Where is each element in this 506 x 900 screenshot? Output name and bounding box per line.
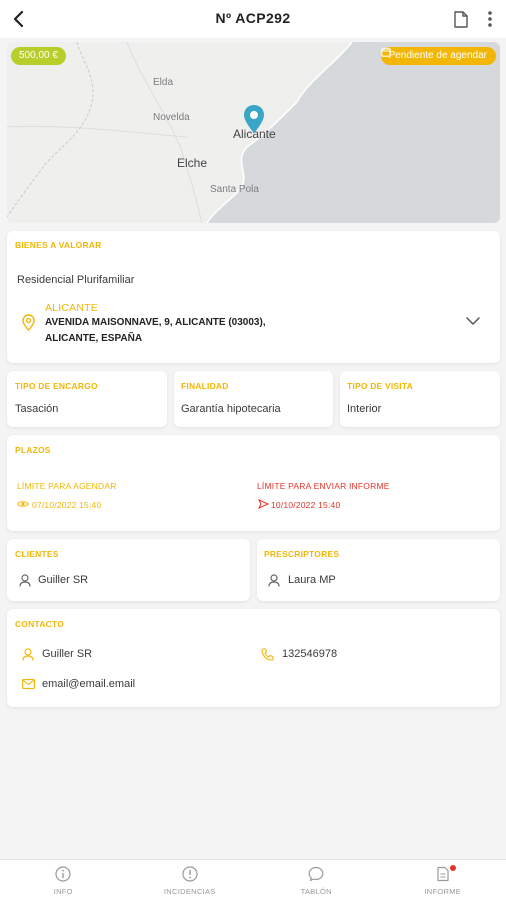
bottom-nav: INFO INCIDENCIAS TABLÓN INFORME [0,859,506,900]
encargo-value: Tasación [15,403,59,415]
nav-item-tablon[interactable]: TABLÓN [253,860,380,900]
top-bar: Nº ACP292 [0,0,506,38]
bienes-card: BIENES A VALORAR Residencial Plurifamili… [7,231,500,363]
map-label-elche: Elche [177,156,208,170]
map-label-santa-pola: Santa Pola [210,184,259,195]
clientes-title: CLIENTES [15,549,59,559]
nav-label-informe: INFORME [424,887,462,896]
clientes-value: Guiller SR [38,574,89,586]
info-icon [54,865,72,883]
map-label-novelda: Novelda [153,112,190,123]
encargo-card: TIPO DE ENCARGO Tasación [7,371,167,427]
eye-icon [17,499,29,509]
document-icon[interactable] [450,8,472,30]
price-badge: 500,00 € [11,47,66,65]
nav-item-informe[interactable]: INFORME [380,860,506,900]
calendar-icon [380,47,391,57]
map-pin-icon[interactable] [243,104,265,134]
finalidad-card: FINALIDAD Garantía hipotecaria [174,371,333,427]
encargo-title: TIPO DE ENCARGO [15,381,98,391]
phone-icon[interactable] [260,647,274,661]
contacto-title: CONTACTO [15,619,64,629]
visita-value: Interior [347,403,382,415]
more-vertical-icon[interactable] [480,8,500,30]
user-icon [18,573,32,587]
visita-card: TIPO DE VISITA Interior [340,371,500,427]
send-icon [257,499,269,509]
prescriptores-value: Laura MP [288,574,336,586]
notification-dot [449,865,456,871]
chevron-down-icon[interactable] [461,311,485,331]
finalidad-title: FINALIDAD [181,381,229,391]
nav-item-incidencias[interactable]: INCIDENCIAS [127,860,254,900]
finalidad-value: Garantía hipotecaria [181,403,281,415]
visita-title: TIPO DE VISITA [347,381,413,391]
page-title: Nº ACP292 [215,10,291,26]
map-label-elda: Elda [153,77,174,88]
location-map[interactable]: 500,00 € Pendiente de agendar Elda Novel… [7,42,500,223]
informe-value: 10/10/2022 15:40 [271,500,341,510]
nav-label-tablon: TABLÓN [300,887,332,896]
contacto-phone[interactable]: 132546978 [282,648,337,660]
contacto-name: Guiller SR [42,648,93,660]
bienes-city: ALICANTE [45,302,98,314]
nav-label-incidencias: INCIDENCIAS [163,887,216,896]
bienes-address-line2: ALICANTE, ESPAÑA [45,333,143,344]
agendar-label: LÍMITE PARA AGENDAR [17,481,117,491]
bienes-title: BIENES A VALORAR [15,240,102,250]
contacto-card: CONTACTO Guiller SR 132546978 email@emai… [7,609,500,707]
nav-item-info[interactable]: INFO [0,860,127,900]
bienes-address-line1: AVENIDA MAISONNAVE, 9, ALICANTE (03003), [45,317,266,328]
prescriptores-card: PRESCRIPTORES Laura MP [257,539,500,601]
nav-label-info: INFO [53,887,73,896]
status-label: Pendiente de agendar [388,50,487,61]
alert-icon [181,865,199,883]
user-icon [21,647,35,661]
email-icon [21,678,35,690]
prescriptores-title: PRESCRIPTORES [264,549,340,559]
user-icon [267,573,281,587]
informe-label: LÍMITE PARA ENVIAR INFORME [257,481,390,491]
status-badge: Pendiente de agendar [380,47,496,65]
chat-icon [307,865,325,883]
contacto-email[interactable]: email@email.email [42,678,135,690]
plazos-card: PLAZOS LÍMITE PARA AGENDAR 07/10/2022 15… [7,435,500,531]
clientes-card: CLIENTES Guiller SR [7,539,250,601]
agendar-value: 07/10/2022 15:40 [32,500,102,510]
bienes-type: Residencial Plurifamiliar [17,274,135,286]
location-pin-icon [21,313,35,331]
plazos-title: PLAZOS [15,445,51,455]
